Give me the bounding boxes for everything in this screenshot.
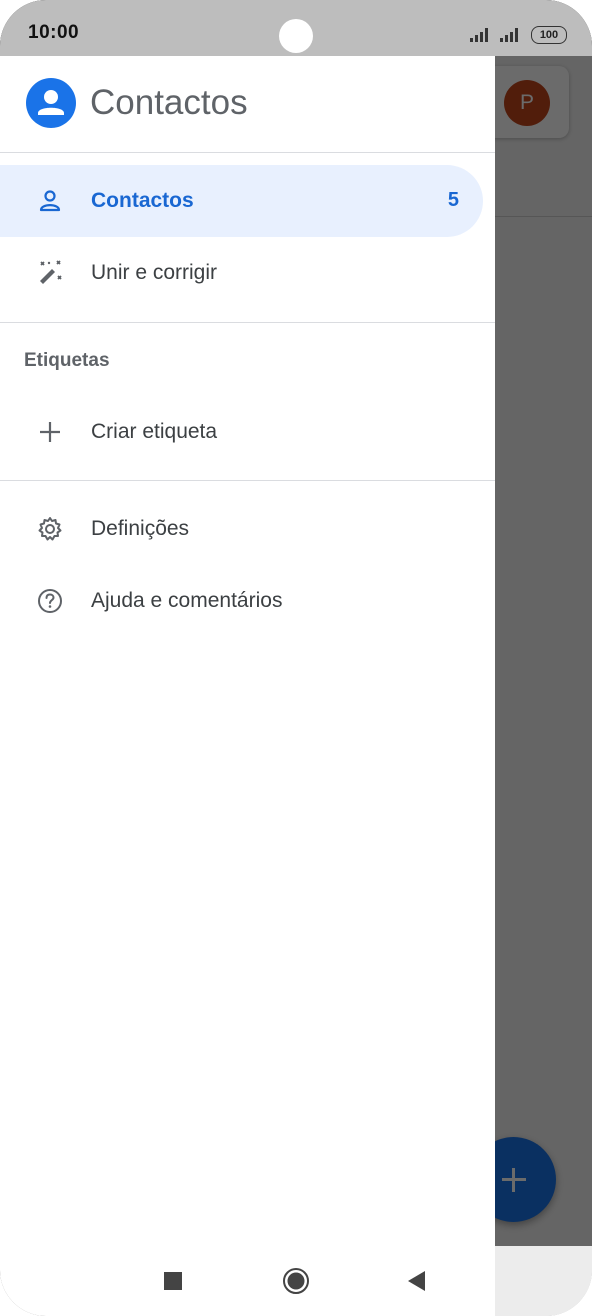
status-time: 10:00 (28, 22, 80, 43)
signal-icon (500, 28, 520, 42)
recents-button[interactable] (158, 1266, 188, 1296)
gear-icon (37, 516, 63, 542)
divider (0, 480, 495, 481)
nav-item-label: Contactos (91, 189, 194, 212)
person-outline-icon (37, 188, 63, 214)
system-nav-bar (0, 1246, 592, 1316)
nav-item-label: Definições (91, 517, 190, 540)
drawer-header: Contactos (0, 56, 495, 152)
nav-item-contacts[interactable]: Contactos 5 (0, 165, 483, 237)
nav-item-label: Unir e corrigir (91, 261, 218, 284)
create-label-button[interactable]: Criar etiqueta (0, 396, 483, 468)
plus-icon (37, 419, 63, 445)
nav-item-label: Ajuda e comentários (91, 589, 283, 612)
help-circle-icon (37, 588, 63, 614)
camera-cutout (279, 19, 313, 53)
nav-item-merge-fix[interactable]: Unir e corrigir (0, 237, 483, 309)
nav-item-settings[interactable]: Definições (0, 493, 483, 565)
contacts-count: 5 (447, 189, 459, 211)
status-bar: 10:00 100 (0, 0, 592, 56)
nav-item-help-feedback[interactable]: Ajuda e comentários (0, 565, 483, 637)
app-title: Contactos (90, 83, 248, 122)
battery-icon: 100 (531, 26, 567, 44)
signal-icon (470, 28, 490, 42)
magic-wand-icon (37, 260, 63, 286)
navigation-drawer: Contactos Contactos 5 Unir e corrigir Et… (0, 56, 495, 1246)
contacts-logo-icon (26, 78, 76, 128)
phone-screen: 10:00 100 P Contactos (0, 0, 592, 1316)
nav-bar-scrim (495, 1246, 592, 1316)
labels-section-title: Etiquetas (24, 350, 110, 371)
back-button[interactable] (402, 1266, 432, 1296)
divider (0, 152, 495, 153)
divider (0, 322, 495, 323)
home-button[interactable] (281, 1266, 311, 1296)
nav-item-label: Criar etiqueta (91, 420, 218, 443)
